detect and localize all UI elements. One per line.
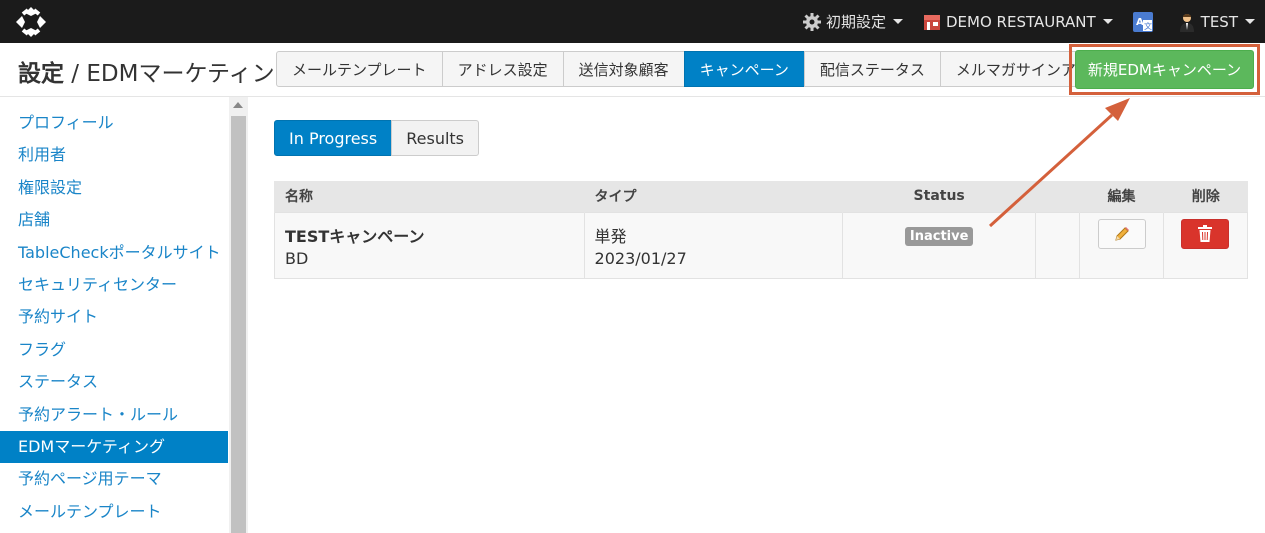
campaign-filter-toggle: In Progress Results <box>274 120 480 156</box>
campaign-table: 名称 タイプ Status 編集 削除 TESTキャンペーン BD 単発 202… <box>274 181 1249 279</box>
results-button[interactable]: Results <box>391 120 480 156</box>
sidebar-item-alert-rules[interactable]: 予約アラート・ルール <box>0 399 228 431</box>
sidebar: プロフィール 利用者 権限設定 店舗 TableCheckポータルサイト セキュ… <box>0 97 228 533</box>
sidebar-item-statuses[interactable]: ステータス <box>0 366 228 398</box>
user-menu[interactable]: TEST <box>1168 0 1265 43</box>
edit-button[interactable] <box>1097 218 1146 249</box>
edit-cell <box>1079 211 1164 279</box>
restaurant-menu-label: DEMO RESTAURANT <box>946 12 1096 31</box>
campaign-name: TESTキャンペーン <box>285 226 425 246</box>
top-navbar: 初期設定 DEMO RESTAURANT A文 TEST <box>0 0 1265 43</box>
trash-icon <box>1198 224 1213 242</box>
campaign-status-cell: Inactive <box>842 211 1037 279</box>
column-header-edit: 編集 <box>1079 181 1164 212</box>
tab-target-customers[interactable]: 送信対象顧客 <box>562 51 685 87</box>
sidebar-item-shops[interactable]: 店舗 <box>0 204 228 236</box>
tab-address-settings[interactable]: アドレス設定 <box>441 51 564 87</box>
table-row: TESTキャンペーン BD 単発 2023/01/27 Inactive <box>274 211 1249 279</box>
status-badge: Inactive <box>904 226 974 246</box>
page-title: 設定 / EDMマーケティング <box>18 54 298 88</box>
gear-icon <box>802 12 821 31</box>
settings-menu-label: 初期設定 <box>825 13 886 31</box>
sidebar-item-reservation-site[interactable]: 予約サイト <box>0 301 228 333</box>
sidebar-item-profile[interactable]: プロフィール <box>0 107 228 139</box>
tab-delivery-status[interactable]: 配信ステータス <box>803 51 941 87</box>
delete-button[interactable] <box>1181 218 1230 249</box>
tab-mail-template[interactable]: メールテンプレート <box>276 51 443 87</box>
svg-text:文: 文 <box>1144 21 1152 31</box>
page-title-subsection: / EDMマーケティング <box>64 61 298 87</box>
sidebar-item-mail-template[interactable]: メールテンプレート <box>0 496 228 528</box>
sidebar-item-users[interactable]: 利用者 <box>0 139 228 171</box>
campaign-type: 単発 <box>594 226 627 246</box>
column-header-delete: 削除 <box>1162 181 1248 212</box>
annotation-arrow-head <box>1105 98 1130 121</box>
sidebar-item-flags[interactable]: フラグ <box>0 334 228 366</box>
campaign-type-cell: 単発 2023/01/27 <box>583 211 844 279</box>
chevron-down-icon <box>1245 19 1255 24</box>
user-menu-label: TEST <box>1200 12 1238 31</box>
campaign-date: 2023/01/27 <box>594 248 687 268</box>
page-title-section: 設定 <box>18 61 64 87</box>
tab-campaign[interactable]: キャンペーン <box>683 51 805 87</box>
sidebar-item-edm-marketing[interactable]: EDMマーケティング <box>0 430 228 464</box>
table-header-row: 名称 タイプ Status 編集 削除 <box>274 181 1248 212</box>
column-header-type: タイプ <box>583 181 843 212</box>
campaign-subtitle: BD <box>285 248 309 268</box>
sidebar-scrollbar[interactable] <box>229 97 248 533</box>
sidebar-item-permissions[interactable]: 権限設定 <box>0 172 228 204</box>
column-header-empty <box>1035 181 1080 212</box>
column-header-status: Status <box>842 181 1036 212</box>
scrollbar-thumb[interactable] <box>231 116 246 533</box>
scroll-up-icon[interactable] <box>233 102 243 108</box>
chevron-down-icon <box>893 19 903 24</box>
highlight-box: 新規EDMキャンペーン <box>1069 44 1260 95</box>
settings-menu[interactable]: 初期設定 <box>793 0 913 43</box>
new-edm-campaign-button[interactable]: 新規EDMキャンペーン <box>1075 50 1254 89</box>
sidebar-item-security-center[interactable]: セキュリティセンター <box>0 269 228 301</box>
sidebar-item-booking-theme[interactable]: 予約ページ用テーマ <box>0 463 228 495</box>
restaurant-icon <box>923 13 941 31</box>
campaign-name-cell: TESTキャンペーン BD <box>274 211 585 279</box>
restaurant-menu[interactable]: DEMO RESTAURANT <box>913 0 1123 43</box>
empty-cell <box>1035 211 1081 279</box>
tablecheck-logo-icon[interactable] <box>14 5 48 39</box>
translate-icon: A文 <box>1132 11 1153 32</box>
sidebar-item-portal-site[interactable]: TableCheckポータルサイト <box>0 237 228 269</box>
language-button[interactable]: A文 <box>1123 0 1168 43</box>
pencil-icon <box>1114 226 1129 241</box>
chevron-down-icon <box>1102 19 1113 24</box>
user-avatar-icon <box>1178 12 1196 32</box>
edm-tabs: メールテンプレート アドレス設定 送信対象顧客 キャンペーン 配信ステータス メ… <box>276 51 1122 87</box>
svg-text:A: A <box>1136 17 1144 28</box>
in-progress-button[interactable]: In Progress <box>274 120 393 156</box>
delete-cell <box>1162 211 1249 279</box>
column-header-name: 名称 <box>274 181 585 212</box>
